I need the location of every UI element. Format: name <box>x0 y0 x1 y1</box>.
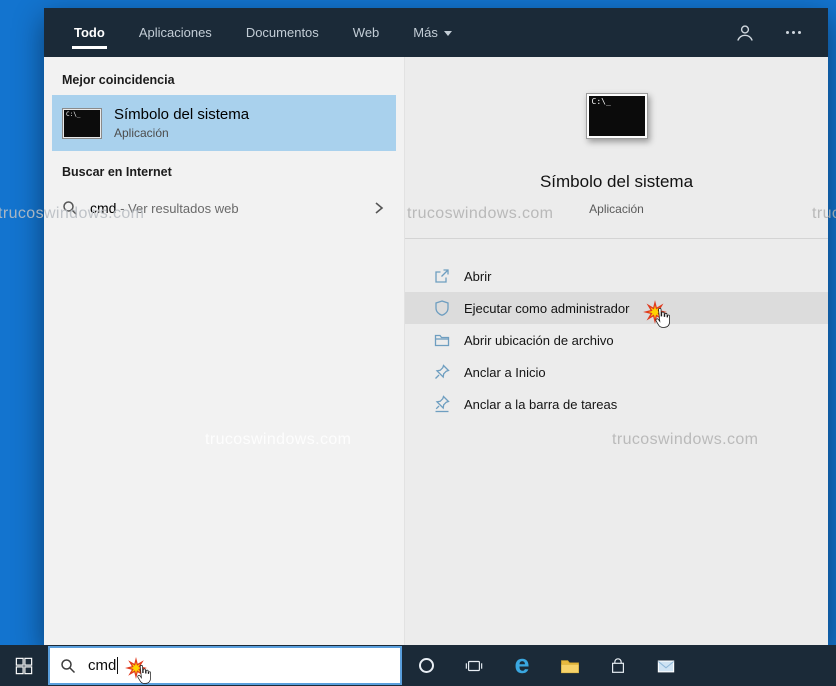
search-results-body: Mejor coincidencia C:\_ Símbolo del sist… <box>44 57 828 645</box>
command-prompt-icon-large: C:\_ <box>585 93 648 139</box>
search-input-value: cmd <box>88 657 117 674</box>
store-button[interactable] <box>594 645 642 686</box>
click-starburst-cursor <box>124 656 154 686</box>
task-view-button[interactable] <box>450 645 498 686</box>
best-match-title: Símbolo del sistema <box>114 106 250 123</box>
search-header: Todo Aplicaciones Documentos Web Más <box>44 8 828 57</box>
tab-aplicaciones-label: Aplicaciones <box>138 25 212 40</box>
action-pin-to-start[interactable]: Anclar a Inicio <box>405 356 828 388</box>
best-match-item[interactable]: C:\_ Símbolo del sistema Aplicación <box>52 95 396 151</box>
tab-documentos[interactable]: Documentos <box>244 9 321 56</box>
shield-icon <box>435 300 449 316</box>
action-pin-to-start-label: Anclar a Inicio <box>464 364 546 380</box>
action-open-file-location-label: Abrir ubicación de archivo <box>464 332 614 348</box>
text-caret <box>117 657 119 674</box>
tab-mas[interactable]: Más <box>411 9 454 56</box>
action-open-label: Abrir <box>464 268 492 284</box>
hand-cursor-icon <box>137 664 152 684</box>
action-run-as-admin[interactable]: Ejecutar como administrador <box>405 292 828 328</box>
tab-todo[interactable]: Todo <box>72 9 107 56</box>
more-options-icon[interactable] <box>782 22 804 44</box>
web-search-label: cmd - Ver resultados web <box>90 200 239 216</box>
start-button[interactable] <box>0 645 48 686</box>
tab-aplicaciones[interactable]: Aplicaciones <box>137 9 214 56</box>
file-explorer-button[interactable] <box>546 645 594 686</box>
results-panel: Mejor coincidencia C:\_ Símbolo del sist… <box>44 57 404 645</box>
pin-taskbar-icon <box>435 395 450 413</box>
mail-icon <box>657 660 675 672</box>
tab-mas-label: Más <box>413 25 438 40</box>
web-search-item[interactable]: cmd - Ver resultados web <box>52 191 396 225</box>
tab-documentos-label: Documentos <box>245 25 319 40</box>
app-title: Símbolo del sistema <box>539 172 694 191</box>
action-open[interactable]: Abrir <box>405 260 828 292</box>
task-view-icon <box>465 660 483 671</box>
search-icon <box>63 201 78 216</box>
folder-location-icon <box>434 334 450 347</box>
edge-icon: e <box>514 649 530 679</box>
mail-button[interactable] <box>642 645 690 686</box>
cortana-icon <box>418 658 434 673</box>
cortana-button[interactable] <box>402 645 450 686</box>
best-match-subtitle: Aplicación <box>114 126 169 140</box>
open-icon <box>435 269 449 283</box>
action-pin-to-taskbar-label: Anclar a la barra de tareas <box>464 396 618 412</box>
app-subtitle: Aplicación <box>589 202 644 216</box>
user-account-icon[interactable] <box>734 22 756 44</box>
action-run-as-admin-label: Ejecutar como administrador <box>464 300 630 316</box>
windows-logo-icon <box>15 657 33 674</box>
search-icon <box>61 658 76 673</box>
pin-icon <box>435 364 450 379</box>
action-pin-to-taskbar[interactable]: Anclar a la barra de tareas <box>405 388 828 420</box>
action-open-file-location[interactable]: Abrir ubicación de archivo <box>405 324 828 356</box>
taskbar: cmd e <box>0 645 836 686</box>
chevron-right-icon <box>375 202 384 214</box>
preview-panel: C:\_ Símbolo del sistema Aplicación Abri… <box>404 57 828 645</box>
tab-todo-label: Todo <box>74 25 105 40</box>
ellipsis-icon <box>785 31 801 34</box>
tab-web-label: Web <box>352 25 380 40</box>
tab-web[interactable]: Web <box>351 9 382 56</box>
search-flyout: Todo Aplicaciones Documentos Web Más Mej… <box>44 8 828 645</box>
divider <box>405 238 828 239</box>
chevron-down-icon <box>443 31 452 36</box>
file-explorer-icon <box>561 659 579 673</box>
taskbar-search-input[interactable]: cmd <box>48 646 402 685</box>
best-match-header: Mejor coincidencia <box>62 73 175 87</box>
taskbar-icons: e <box>402 645 690 686</box>
action-list: Abrir Ejecutar como administrador Abrir … <box>405 260 828 420</box>
store-icon <box>612 657 624 673</box>
command-prompt-icon: C:\_ <box>62 107 102 139</box>
web-search-header: Buscar en Internet <box>62 165 172 179</box>
edge-button[interactable]: e <box>498 645 546 686</box>
